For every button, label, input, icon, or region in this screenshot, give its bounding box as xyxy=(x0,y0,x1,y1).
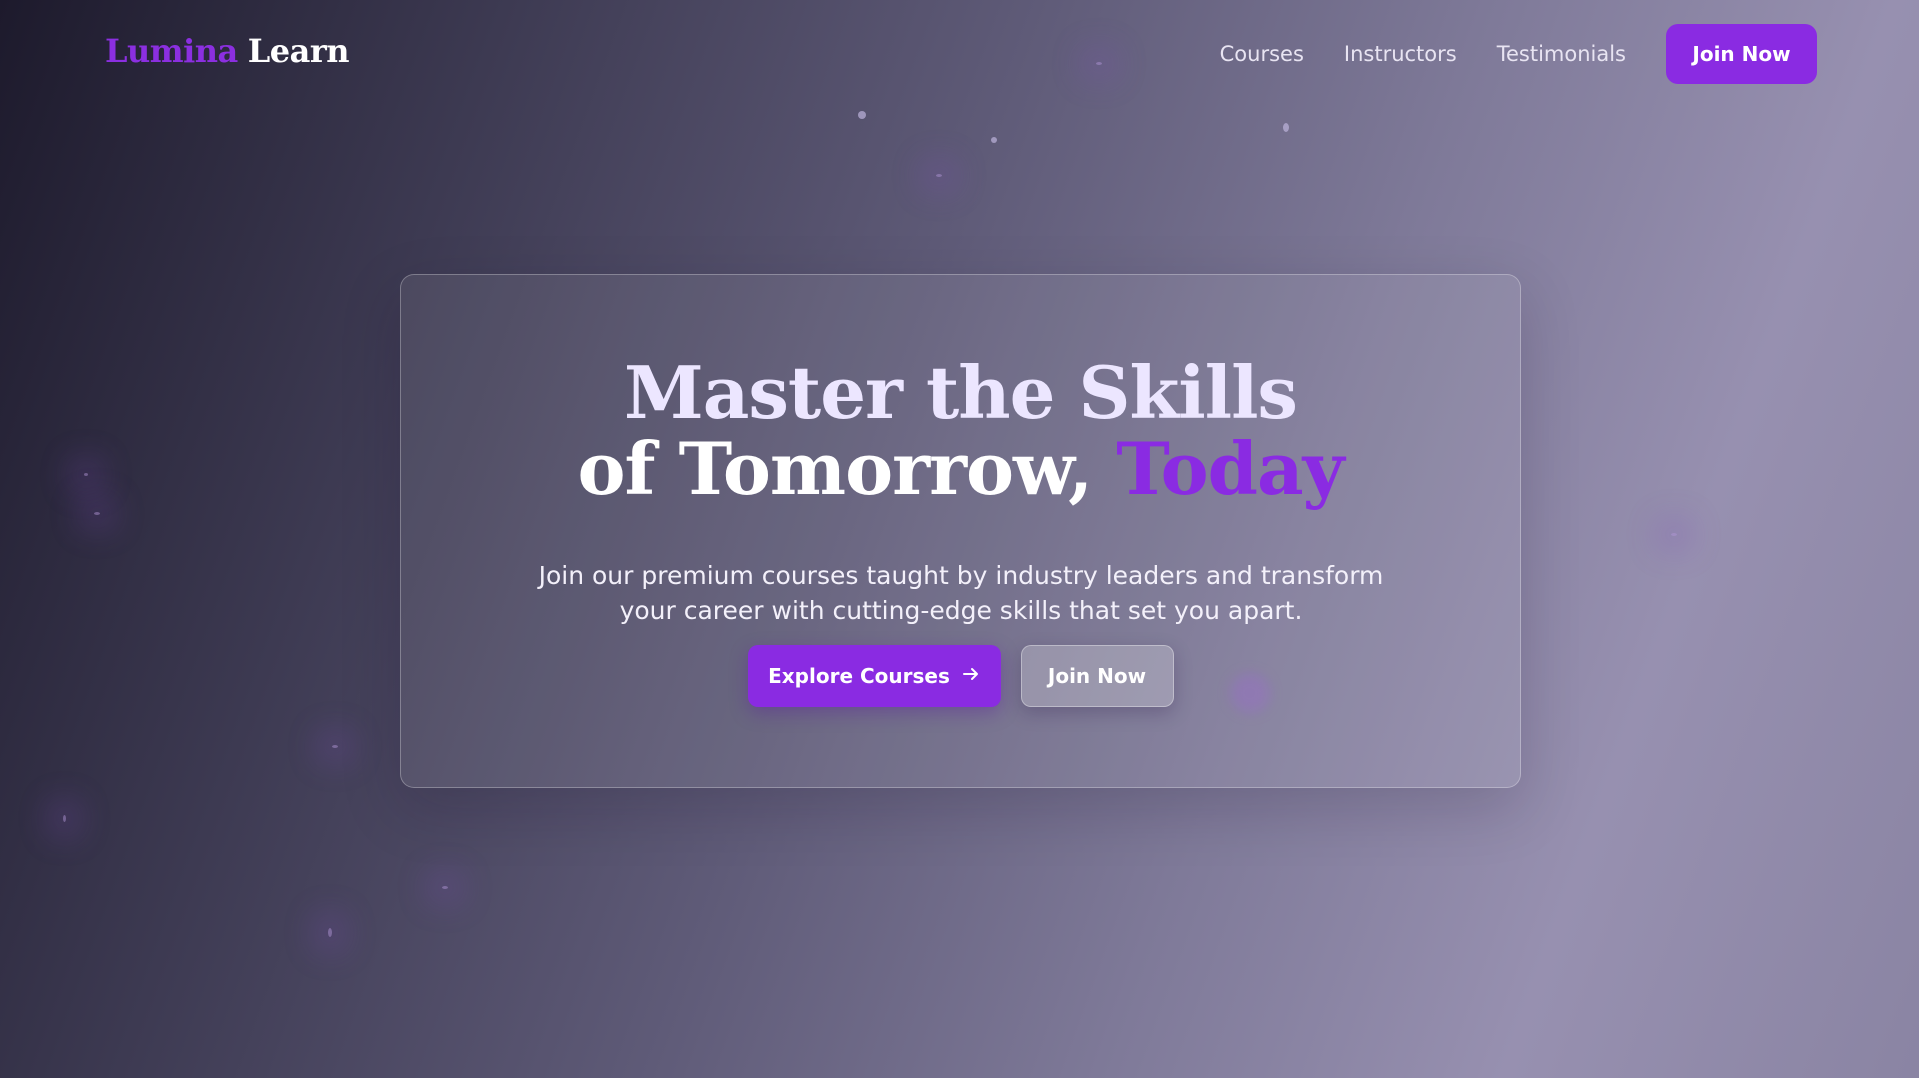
hero-headline: Master the Skills of Tomorrow, Today xyxy=(401,355,1520,507)
join-now-hero-button[interactable]: Join Now xyxy=(1020,645,1174,707)
site-header: Lumina Learn Courses Instructors Testimon… xyxy=(0,0,1919,108)
brand-logo-part1: Lumina xyxy=(105,32,238,70)
hero-headline-line1: Master the Skills xyxy=(624,350,1298,435)
decorative-particle xyxy=(1283,123,1289,132)
hero-actions: Explore Courses Join Now xyxy=(401,645,1520,707)
explore-courses-label: Explore Courses xyxy=(768,664,950,688)
nav-link-testimonials[interactable]: Testimonials xyxy=(1497,42,1626,66)
decorative-particle xyxy=(1671,533,1677,536)
decorative-particle xyxy=(858,111,866,119)
hero-headline-line2: of Tomorrow, xyxy=(577,426,1117,511)
join-now-nav-button[interactable]: Join Now xyxy=(1666,24,1817,84)
brand-logo[interactable]: Lumina Learn xyxy=(105,32,350,70)
decorative-particle xyxy=(332,745,338,748)
main-nav: Courses Instructors Testimonials Join No… xyxy=(1220,24,1817,84)
hero-headline-accent: Today xyxy=(1116,426,1344,511)
hero-subtitle: Join our premium courses taught by indus… xyxy=(538,561,1384,625)
decorative-particle xyxy=(991,137,997,143)
decorative-particle xyxy=(94,512,100,515)
nav-link-courses[interactable]: Courses xyxy=(1220,42,1304,66)
brand-logo-part2: Learn xyxy=(247,32,350,70)
nav-link-instructors[interactable]: Instructors xyxy=(1344,42,1457,66)
decorative-particle xyxy=(936,174,942,177)
decorative-particle xyxy=(84,473,88,476)
hero-card: Master the Skills of Tomorrow, Today Joi… xyxy=(400,274,1521,788)
decorative-particle xyxy=(328,928,332,937)
decorative-particle xyxy=(63,815,66,822)
explore-courses-button[interactable]: Explore Courses xyxy=(747,645,1001,707)
decorative-particle xyxy=(442,886,448,889)
arrow-right-icon xyxy=(962,664,980,688)
